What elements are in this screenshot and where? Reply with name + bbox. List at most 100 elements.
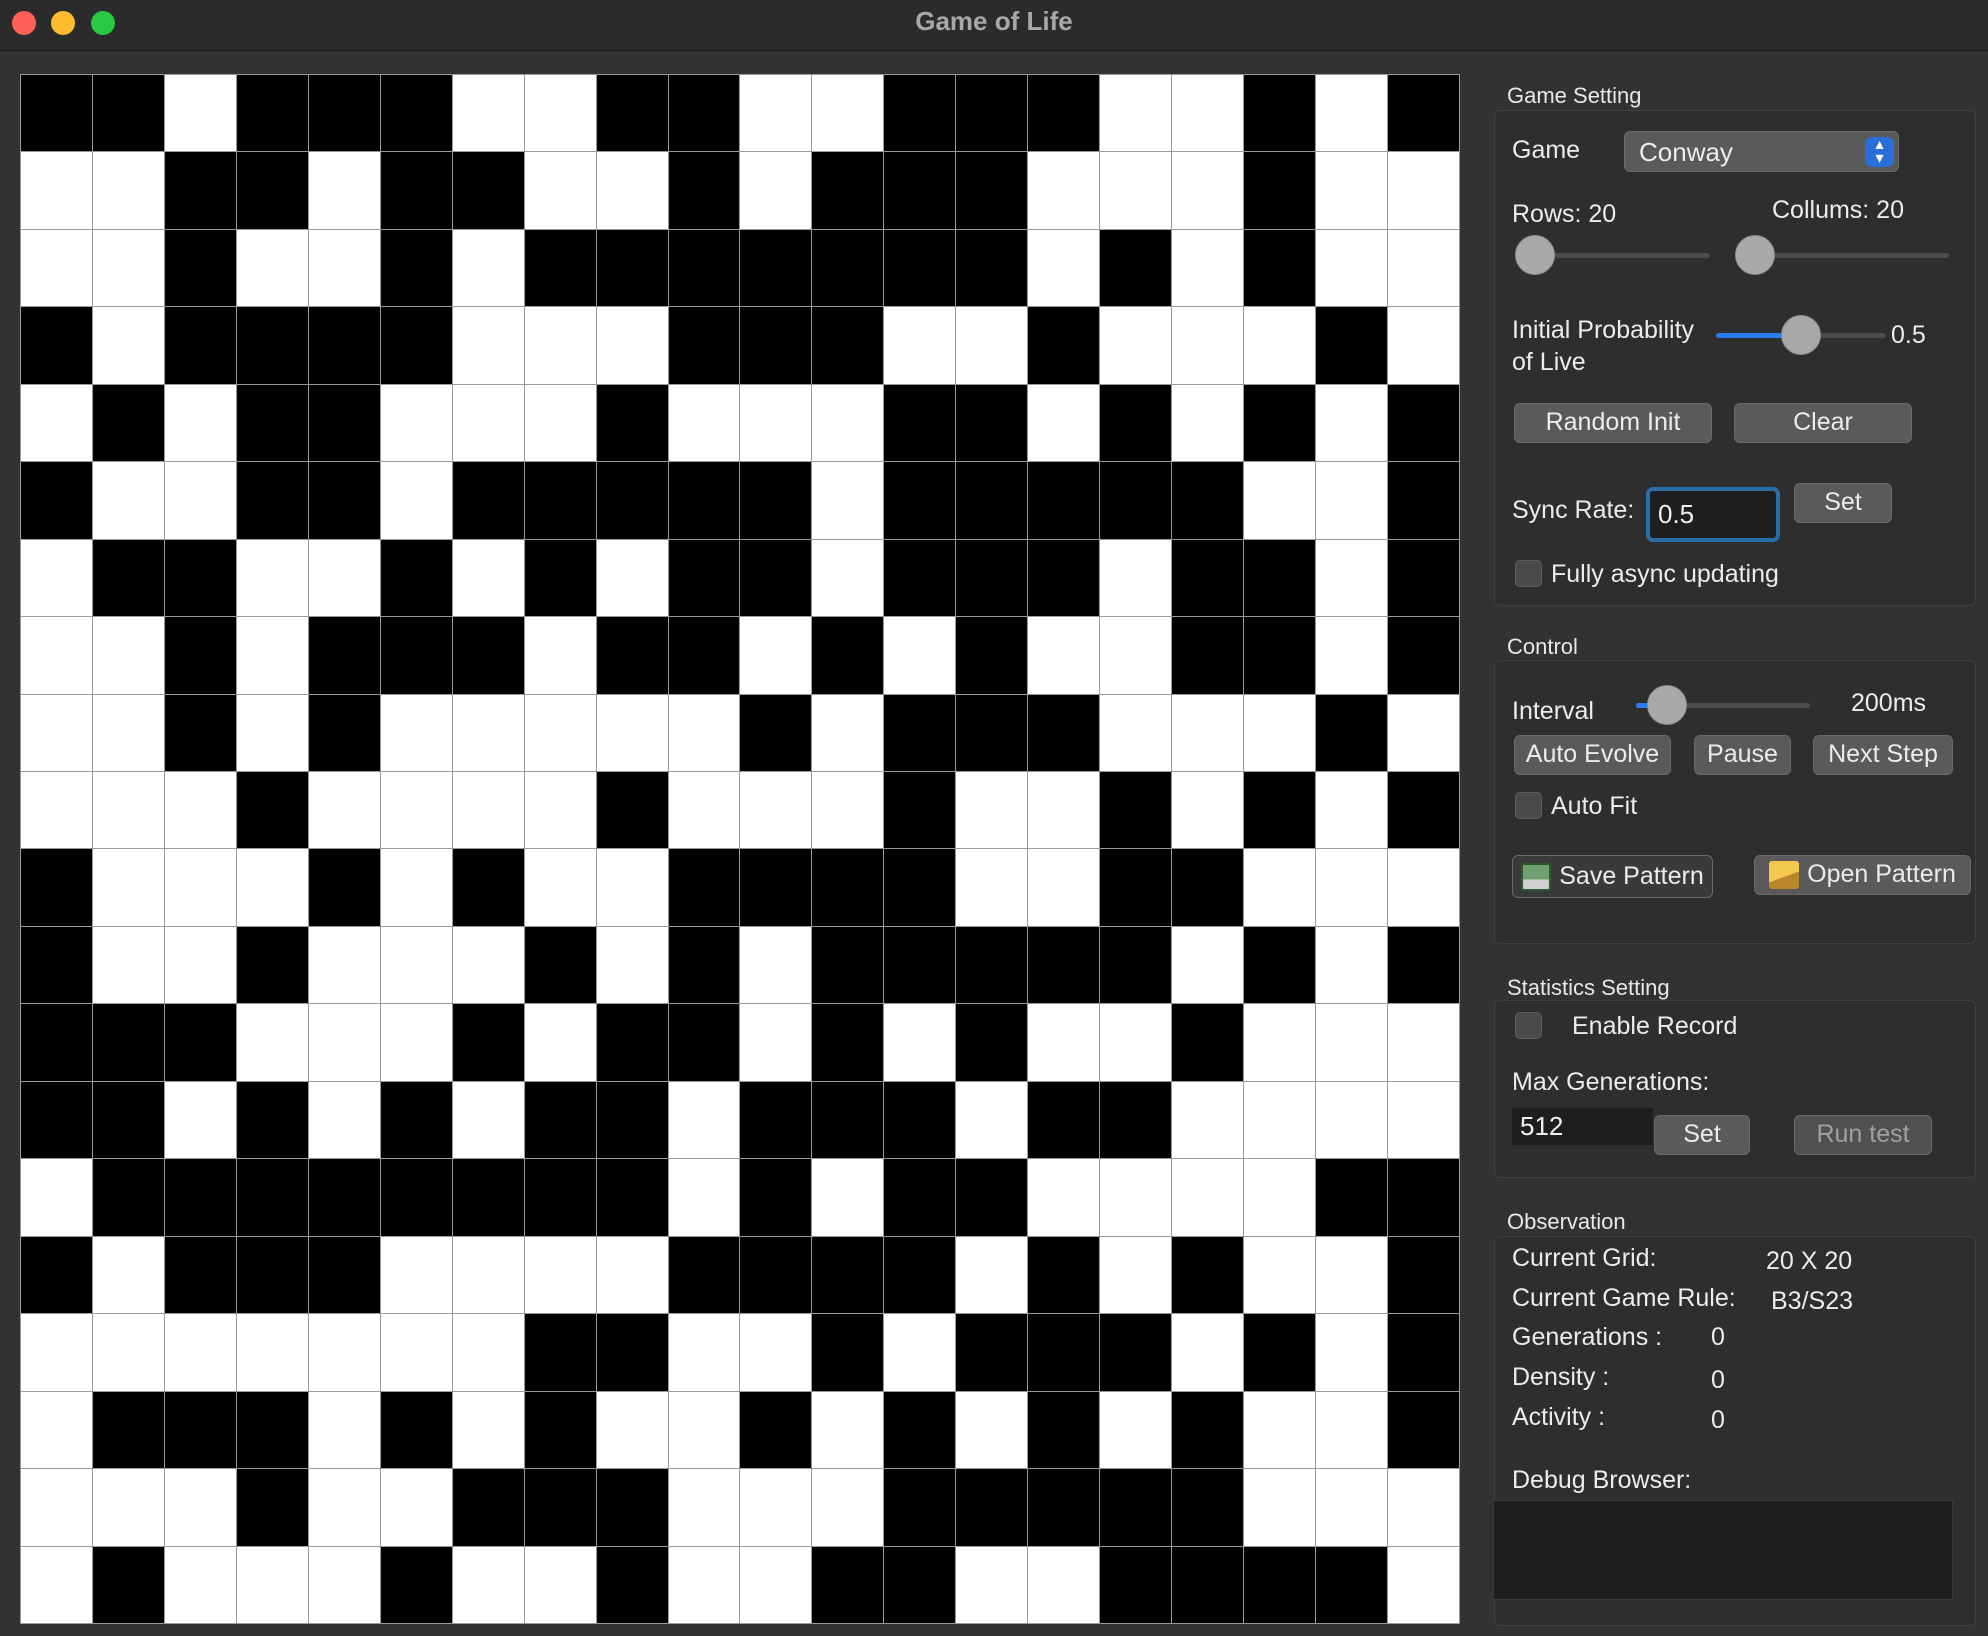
grid-cell[interactable] — [1100, 1081, 1172, 1159]
grid-cell[interactable] — [1028, 1081, 1100, 1159]
open-pattern-button[interactable]: Open Pattern — [1754, 855, 1971, 895]
grid-cell[interactable] — [164, 229, 236, 307]
grid-cell[interactable] — [668, 1469, 740, 1546]
grid-cell[interactable] — [1100, 229, 1172, 307]
grid-cell[interactable] — [308, 617, 380, 694]
grid-cell[interactable] — [668, 617, 740, 694]
grid-cell[interactable] — [1388, 1546, 1459, 1623]
grid-cell[interactable] — [308, 307, 380, 384]
grid-cell[interactable] — [1100, 1391, 1172, 1469]
grid-cell[interactable] — [21, 1391, 92, 1469]
fully-async-checkbox[interactable] — [1515, 560, 1542, 587]
grid-cell[interactable] — [308, 1546, 380, 1623]
grid-cell[interactable] — [21, 229, 92, 307]
grid-cell[interactable] — [1028, 1469, 1100, 1546]
grid-cell[interactable] — [524, 462, 596, 539]
grid-cell[interactable] — [308, 1004, 380, 1081]
grid-cell[interactable] — [308, 1391, 380, 1469]
grid-cell[interactable] — [452, 1546, 524, 1623]
grid-cell[interactable] — [1100, 772, 1172, 849]
grid-cell[interactable] — [1172, 307, 1244, 384]
grid-cell[interactable] — [812, 1546, 884, 1623]
grid-cell[interactable] — [452, 539, 524, 617]
grid-cell[interactable] — [596, 926, 668, 1004]
grid-cell[interactable] — [164, 694, 236, 772]
grid-cell[interactable] — [1172, 1004, 1244, 1081]
grid-cell[interactable] — [92, 926, 164, 1004]
grid-cell[interactable] — [92, 1159, 164, 1236]
grid-cell[interactable] — [1028, 75, 1100, 152]
max-gen-input[interactable]: 512 — [1512, 1108, 1653, 1145]
next-step-button[interactable]: Next Step — [1813, 735, 1953, 775]
grid-cell[interactable] — [1028, 152, 1100, 229]
grid-cell[interactable] — [1100, 462, 1172, 539]
grid-cell[interactable] — [884, 539, 956, 617]
grid-cell[interactable] — [380, 1469, 452, 1546]
grid-cell[interactable] — [740, 772, 812, 849]
grid-cell[interactable] — [308, 772, 380, 849]
grid-cell[interactable] — [1172, 1081, 1244, 1159]
grid-cell[interactable] — [1244, 772, 1316, 849]
grid-cell[interactable] — [1316, 152, 1388, 229]
grid-cell[interactable] — [308, 849, 380, 926]
grid-cell[interactable] — [596, 617, 668, 694]
grid-cell[interactable] — [1244, 229, 1316, 307]
grid-cell[interactable] — [884, 384, 956, 462]
grid-cell[interactable] — [812, 1314, 884, 1391]
grid-cell[interactable] — [1172, 1314, 1244, 1391]
grid-cell[interactable] — [92, 617, 164, 694]
grid-cell[interactable] — [1028, 1159, 1100, 1236]
grid-cell[interactable] — [21, 539, 92, 617]
grid-cell[interactable] — [1388, 384, 1459, 462]
grid-cell[interactable] — [668, 1081, 740, 1159]
grid-cell[interactable] — [92, 1004, 164, 1081]
grid-cell[interactable] — [236, 1081, 308, 1159]
grid-cell[interactable] — [812, 1081, 884, 1159]
grid-cell[interactable] — [1172, 539, 1244, 617]
run-test-button[interactable]: Run test — [1794, 1115, 1932, 1155]
grid-cell[interactable] — [596, 1159, 668, 1236]
grid-cell[interactable] — [164, 1469, 236, 1546]
grid-cell[interactable] — [92, 75, 164, 152]
grid-cell[interactable] — [1244, 1314, 1316, 1391]
grid-cell[interactable] — [380, 1081, 452, 1159]
grid-cell[interactable] — [524, 539, 596, 617]
grid-cell[interactable] — [524, 1391, 596, 1469]
grid-cell[interactable] — [1100, 1546, 1172, 1623]
grid-cell[interactable] — [884, 462, 956, 539]
grid-cell[interactable] — [812, 229, 884, 307]
grid-cell[interactable] — [1172, 1391, 1244, 1469]
grid-cell[interactable] — [596, 152, 668, 229]
grid-cell[interactable] — [164, 1391, 236, 1469]
grid-cell[interactable] — [236, 617, 308, 694]
grid-cell[interactable] — [1388, 1236, 1459, 1314]
grid-cell[interactable] — [1388, 229, 1459, 307]
grid-cell[interactable] — [164, 926, 236, 1004]
grid-cell[interactable] — [1172, 849, 1244, 926]
grid-cell[interactable] — [1028, 539, 1100, 617]
rows-slider-knob[interactable] — [1515, 235, 1555, 275]
grid-cell[interactable] — [164, 384, 236, 462]
grid-cell[interactable] — [956, 694, 1028, 772]
grid-cell[interactable] — [1100, 384, 1172, 462]
grid-cell[interactable] — [1244, 1391, 1316, 1469]
grid-cell[interactable] — [92, 539, 164, 617]
grid-cell[interactable] — [1388, 539, 1459, 617]
grid-cell[interactable] — [1316, 307, 1388, 384]
grid-cell[interactable] — [380, 617, 452, 694]
grid-cell[interactable] — [1028, 926, 1100, 1004]
grid-cell[interactable] — [21, 1004, 92, 1081]
grid-cell[interactable] — [380, 384, 452, 462]
grid-cell[interactable] — [884, 926, 956, 1004]
grid-cell[interactable] — [236, 152, 308, 229]
grid-cell[interactable] — [668, 772, 740, 849]
grid-cell[interactable] — [236, 462, 308, 539]
grid-cell[interactable] — [308, 926, 380, 1004]
grid-cell[interactable] — [596, 539, 668, 617]
enable-record-checkbox[interactable] — [1515, 1012, 1542, 1039]
grid-cell[interactable] — [596, 1546, 668, 1623]
grid-cell[interactable] — [452, 1469, 524, 1546]
grid-cell[interactable] — [1244, 1546, 1316, 1623]
grid-cell[interactable] — [884, 849, 956, 926]
grid-cell[interactable] — [452, 1236, 524, 1314]
